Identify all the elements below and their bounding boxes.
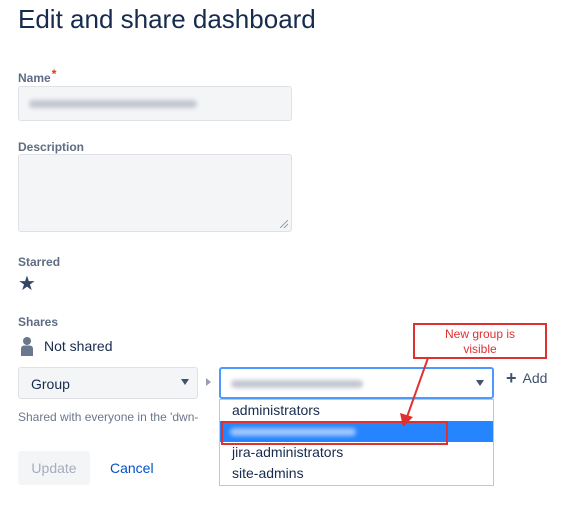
name-input[interactable]: [18, 86, 292, 121]
description-textarea[interactable]: [18, 154, 292, 232]
name-label-text: Name: [18, 71, 51, 85]
shares-label: Shares: [18, 315, 59, 329]
chevron-right-icon: [206, 378, 211, 386]
share-type-value: Group: [31, 376, 70, 392]
dropdown-option[interactable]: administrators: [220, 400, 493, 421]
share-type-select[interactable]: Group: [18, 367, 198, 399]
redacted-group-value: [231, 380, 363, 388]
chevron-down-icon: [181, 379, 189, 385]
annotation-arrow: [400, 357, 429, 427]
name-label: Name*: [18, 67, 56, 85]
description-label: Description: [18, 140, 85, 154]
dropdown-option[interactable]: jira-administrators: [220, 442, 493, 463]
share-help-text: Shared with everyone in the 'dwn-: [18, 410, 199, 424]
resize-handle-icon[interactable]: [280, 220, 288, 228]
page-title: Edit and share dashboard: [18, 4, 316, 34]
required-mark: *: [51, 67, 57, 81]
cancel-link[interactable]: Cancel: [110, 460, 154, 476]
star-icon[interactable]: ★: [18, 274, 36, 294]
update-button[interactable]: Update: [18, 451, 90, 485]
callout-line-2: visible: [463, 342, 497, 356]
chevron-down-icon: [476, 380, 484, 386]
add-share-button[interactable]: + Add: [506, 368, 547, 389]
annotation-callout: New group is visible: [413, 323, 547, 359]
person-icon: [21, 337, 33, 356]
dropdown-option[interactable]: site-admins: [220, 463, 493, 484]
starred-label: Starred: [18, 255, 61, 269]
callout-line-1: New group is: [444, 327, 516, 341]
add-label: Add: [522, 370, 548, 386]
plus-icon: +: [506, 368, 517, 388]
shares-status: Not shared: [44, 338, 113, 354]
group-select[interactable]: [219, 367, 494, 399]
redacted-name-value: [29, 100, 197, 108]
